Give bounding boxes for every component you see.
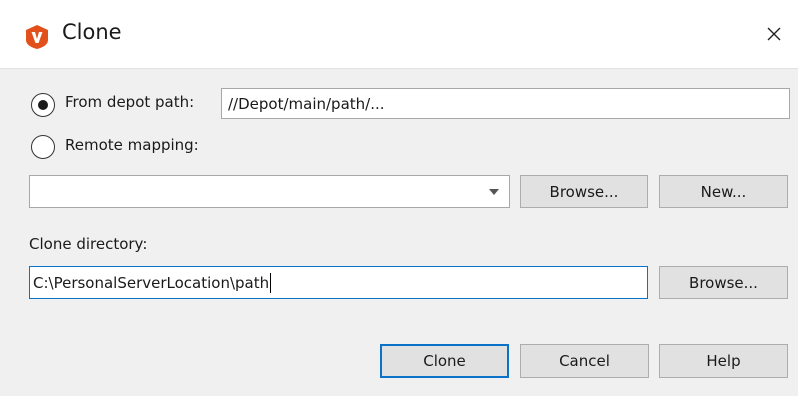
depot-path-input[interactable]: //Depot/main/path/... xyxy=(221,88,790,119)
remote-browse-label: Browse... xyxy=(549,182,619,201)
clone-directory-browse-label: Browse... xyxy=(689,273,758,292)
help-button[interactable]: Help xyxy=(659,344,788,378)
clone-button[interactable]: Clone xyxy=(380,344,509,378)
close-button[interactable] xyxy=(752,16,796,52)
new-mapping-button[interactable]: New... xyxy=(659,175,788,208)
cancel-button-label: Cancel xyxy=(559,352,610,370)
text-caret xyxy=(270,272,272,293)
title-bar: Clone xyxy=(0,0,798,69)
remote-browse-button[interactable]: Browse... xyxy=(520,175,648,208)
clone-button-label: Clone xyxy=(423,352,466,370)
remote-mapping-radio[interactable] xyxy=(31,135,55,159)
chevron-down-icon xyxy=(489,189,499,195)
app-v-logo-icon xyxy=(26,25,48,49)
clone-directory-label: Clone directory: xyxy=(29,235,148,253)
window-title: Clone xyxy=(62,20,122,44)
new-mapping-label: New... xyxy=(700,182,747,201)
depot-path-value: //Depot/main/path/... xyxy=(228,94,385,113)
help-button-label: Help xyxy=(706,352,741,370)
radio-selected-dot xyxy=(38,100,48,110)
clone-directory-value: C:\PersonalServerLocation\path xyxy=(33,273,270,292)
clone-dialog: Clone From depot path: //Depot/main/path… xyxy=(0,0,798,396)
cancel-button[interactable]: Cancel xyxy=(520,344,649,378)
clone-directory-input[interactable]: C:\PersonalServerLocation\path xyxy=(29,266,648,299)
clone-directory-browse-button[interactable]: Browse... xyxy=(659,266,788,299)
from-depot-path-label[interactable]: From depot path: xyxy=(65,93,194,111)
remote-mapping-label[interactable]: Remote mapping: xyxy=(65,136,199,154)
from-depot-path-radio[interactable] xyxy=(31,93,55,117)
close-icon xyxy=(767,27,781,41)
remote-mapping-dropdown[interactable] xyxy=(29,175,510,208)
